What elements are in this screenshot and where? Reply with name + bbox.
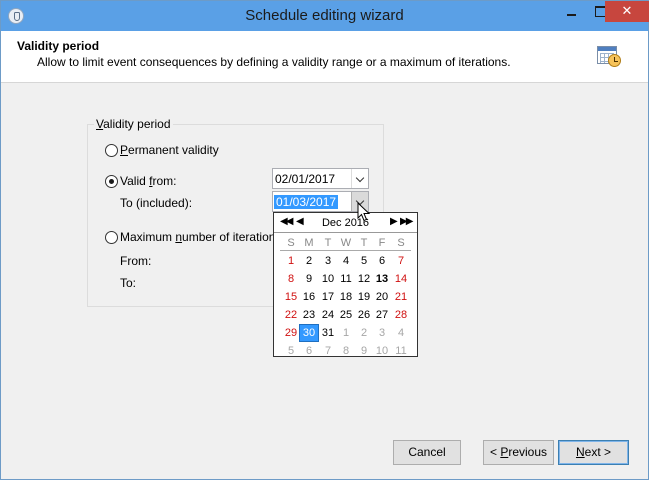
- calendar-day[interactable]: 11: [337, 271, 355, 287]
- wizard-header: Validity period Allow to limit event con…: [1, 31, 648, 83]
- mouse-cursor-icon: [357, 202, 371, 222]
- calendar-day[interactable]: 2: [355, 325, 373, 341]
- calendar-day[interactable]: 10: [373, 343, 391, 359]
- calendar-day[interactable]: 7: [319, 343, 337, 359]
- calendar-day[interactable]: 7: [392, 253, 410, 269]
- calendar-day[interactable]: 25: [337, 307, 355, 323]
- next-month-icon[interactable]: ▶: [390, 216, 398, 228]
- calendar-day[interactable]: 14: [392, 271, 410, 287]
- to-label: To:: [120, 276, 137, 290]
- minimize-button[interactable]: [557, 1, 586, 22]
- calendar-day[interactable]: 1: [337, 325, 355, 341]
- chevron-down-icon[interactable]: [351, 169, 368, 188]
- to-date-field[interactable]: 01/03/2017: [272, 191, 369, 212]
- step-description: Allow to limit event consequences by def…: [37, 55, 511, 69]
- calendar-day[interactable]: 4: [392, 325, 410, 341]
- calendar-day[interactable]: 21: [392, 289, 410, 305]
- calendar-day[interactable]: 3: [319, 253, 337, 269]
- calendar-day[interactable]: 8: [282, 271, 300, 287]
- valid-from-date-field[interactable]: 02/01/2017: [272, 168, 369, 189]
- calendar-day[interactable]: 12: [355, 271, 373, 287]
- calendar-day[interactable]: 19: [355, 289, 373, 305]
- calendar-day[interactable]: 9: [300, 271, 318, 287]
- weekday-divider: [280, 250, 411, 251]
- to-included-label: To (included):: [120, 196, 193, 210]
- from-label: From:: [120, 254, 152, 268]
- window-title: Schedule editing wizard: [245, 7, 404, 24]
- weekday-label: W: [340, 237, 352, 249]
- weekday-label: T: [324, 237, 332, 249]
- calendar-day[interactable]: 8: [337, 343, 355, 359]
- calendar-day[interactable]: 28: [392, 307, 410, 323]
- weekday-label: S: [397, 237, 405, 249]
- calendar-clock-icon: [597, 44, 621, 68]
- step-title: Validity period: [17, 39, 100, 53]
- weekday-label: S: [287, 237, 295, 249]
- calendar-day[interactable]: 5: [355, 253, 373, 269]
- calendar-day[interactable]: 16: [300, 289, 318, 305]
- weekday-label: F: [378, 237, 386, 249]
- calendar-day[interactable]: 5: [282, 343, 300, 359]
- calendar-day[interactable]: 18: [337, 289, 355, 305]
- group-legend: Validity period: [96, 117, 171, 131]
- cancel-button[interactable]: Cancel: [393, 440, 461, 465]
- calendar-day[interactable]: 6: [373, 253, 391, 269]
- calendar-day[interactable]: 22: [282, 307, 300, 323]
- calendar-day[interactable]: 20: [373, 289, 391, 305]
- calendar-day[interactable]: 29: [282, 325, 300, 341]
- calendar-header: ◀◀ ◀ Dec 2016 ▶ ▶▶: [274, 213, 417, 233]
- calendar-day[interactable]: 30: [299, 324, 319, 342]
- calendar-day[interactable]: 11: [392, 343, 410, 359]
- calendar-day[interactable]: 27: [373, 307, 391, 323]
- next-button[interactable]: Next >: [558, 440, 629, 465]
- permanent-validity-radio[interactable]: [105, 144, 118, 157]
- calendar-day[interactable]: 17: [319, 289, 337, 305]
- previous-button[interactable]: < Previous: [483, 440, 554, 465]
- calendar-day[interactable]: 15: [282, 289, 300, 305]
- calendar-day[interactable]: 10: [319, 271, 337, 287]
- calendar-day[interactable]: 9: [355, 343, 373, 359]
- valid-from-date-value: 02/01/2017: [275, 172, 336, 186]
- calendar-day[interactable]: 26: [355, 307, 373, 323]
- to-date-value: 01/03/2017: [274, 195, 339, 209]
- calendar-day[interactable]: 1: [282, 253, 300, 269]
- close-button[interactable]: ✕: [605, 1, 649, 22]
- weekday-label: T: [360, 237, 368, 249]
- calendar-day[interactable]: 4: [337, 253, 355, 269]
- calendar-day[interactable]: 13: [373, 271, 391, 287]
- calendar-day[interactable]: 24: [319, 307, 337, 323]
- max-iterations-radio[interactable]: [105, 231, 118, 244]
- calendar-day[interactable]: 31: [319, 325, 337, 341]
- wizard-window: Schedule editing wizard ✕ Validity perio…: [0, 0, 649, 480]
- weekday-label: M: [304, 237, 314, 249]
- valid-from-radio[interactable]: [105, 175, 118, 188]
- title-bar[interactable]: Schedule editing wizard ✕: [1, 1, 649, 31]
- max-iterations-label[interactable]: Maximum number of iteration: [120, 230, 275, 244]
- calendar-day[interactable]: 6: [300, 343, 318, 359]
- calendar-day[interactable]: 2: [300, 253, 318, 269]
- date-picker-calendar[interactable]: ◀◀ ◀ Dec 2016 ▶ ▶▶ SMTWTFS 1 2 3 4 5 6 7 8 9 10 11…: [273, 212, 418, 357]
- calendar-day[interactable]: 3: [373, 325, 391, 341]
- permanent-validity-label[interactable]: Permanent validity: [120, 143, 219, 157]
- next-year-icon[interactable]: ▶▶: [400, 216, 413, 228]
- valid-from-label[interactable]: Valid from:: [120, 174, 176, 188]
- calendar-day[interactable]: 23: [300, 307, 318, 323]
